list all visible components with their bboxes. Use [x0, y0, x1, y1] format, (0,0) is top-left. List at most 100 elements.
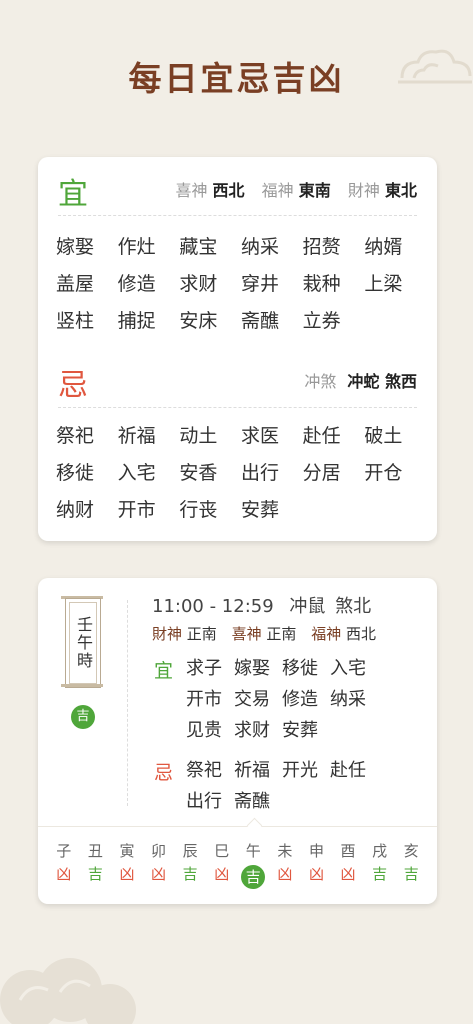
yi-activity: 穿井: [241, 273, 280, 295]
ji-activity: 出行: [241, 462, 280, 484]
ji-activity: 入宅: [117, 462, 156, 484]
hour-cell-5[interactable]: 巳凶: [206, 840, 238, 889]
yi-activity: 作灶: [117, 236, 156, 258]
god-label: 喜神: [175, 181, 208, 200]
hour-cell-7[interactable]: 未凶: [269, 840, 301, 889]
hour-yi-activity: 求子: [186, 658, 222, 679]
hour-time-line: 11:00 - 12:59 冲鼠 煞北: [152, 592, 381, 618]
yi-activity-grid: 嫁娶 作灶 藏宝 纳采 招赘 纳婿 盖屋 修造 求财 穿井 栽种 上梁 竖柱 捕捉 安床 斋醮 立券: [56, 233, 426, 336]
ji-activity: 破土: [364, 425, 403, 447]
hour-cell-6[interactable]: 午吉: [238, 840, 270, 889]
hour-luck: 吉: [182, 865, 198, 883]
hour-luck: 凶: [340, 865, 356, 883]
ji-activity: 动土: [179, 425, 218, 447]
yi-activity: 嫁娶: [56, 236, 95, 258]
hour-luck: 吉: [87, 865, 103, 883]
ji-activity: 行丧: [179, 499, 218, 521]
hour-branch: 亥: [403, 842, 419, 860]
hour-yi-activity: 纳采: [330, 689, 366, 710]
hour-yi-activity: 移徙: [282, 658, 318, 679]
yi-activity: 藏宝: [179, 236, 218, 258]
hour-luck-badge: 吉: [71, 705, 95, 729]
hour-name-box: 壬午時: [65, 598, 101, 688]
god-label: 財神: [152, 625, 183, 643]
hour-ji-activities: 祭祀 祈福 开光 赴任 出行 斋醮: [186, 758, 416, 815]
hour-cell-10[interactable]: 戌吉: [364, 840, 396, 889]
hour-yi-activity: 入宅: [330, 658, 366, 679]
yi-activity: 盖屋: [56, 273, 95, 295]
hour-branch: 申: [308, 842, 324, 860]
daily-yi-ji-card: 宜 喜神 西北 福神 東南 財神 東北 嫁娶 作灶 藏宝 纳采 招赘 纳婿 盖屋 修造 求财 穿井…: [38, 157, 437, 541]
hour-branch: 卯: [151, 842, 167, 860]
hour-yi-activity: 修造: [282, 689, 318, 710]
yi-activity: 捕捉: [117, 310, 156, 332]
yi-activity: 立券: [302, 310, 341, 332]
yi-activity: 纳采: [241, 236, 280, 258]
hour-yi-activity: 嫁娶: [234, 658, 270, 679]
god-direction: 正南: [266, 625, 297, 643]
hour-luck: 凶: [214, 865, 230, 883]
page-title: 每日宜忌吉凶: [128, 59, 345, 98]
yi-activity: 栽种: [302, 273, 341, 295]
hour-yi-activity: 见贵: [186, 720, 222, 741]
hour-cell-11[interactable]: 亥吉: [395, 840, 427, 889]
hour-gods: 財神 正南 喜神 正南 福神 西北: [152, 623, 386, 644]
hour-ji-activity: 出行: [186, 791, 222, 812]
day-gods: 喜神 西北 福神 東南 財神 東北: [175, 177, 417, 201]
cloud-decoration-icon: [0, 958, 136, 1024]
ji-activity: 求医: [241, 425, 280, 447]
ji-activity-grid: 祭祀 祈福 动土 求医 赴任 破土 移徙 入宅 安香 出行 分居 开仓 纳财 开市 行丧 安葬: [56, 422, 426, 525]
hour-yi-activity: 交易: [234, 689, 270, 710]
chong-value: 冲蛇 煞西: [347, 372, 417, 391]
hour-name: 壬午時: [69, 602, 97, 684]
hour-branch: 戌: [372, 842, 388, 860]
ji-activity: 分居: [302, 462, 341, 484]
scroll-cap: [61, 684, 103, 687]
hour-ji-activity: 斋醮: [234, 791, 270, 812]
ji-heading: 忌: [58, 368, 88, 403]
divider: [38, 826, 437, 827]
hour-luck: 凶: [119, 865, 135, 883]
hour-yi-activities: 求子 嫁娶 移徙 入宅 开市 交易 修造 纳采 见贵 求财 安葬: [186, 656, 416, 744]
hour-branch: 丑: [87, 842, 103, 860]
hour-chong: 冲鼠: [289, 596, 326, 617]
yi-activity: 修造: [117, 273, 156, 295]
ji-activity: 赴任: [302, 425, 341, 447]
hour-cell-2[interactable]: 寅凶: [111, 840, 143, 889]
hour-cell-8[interactable]: 申凶: [301, 840, 333, 889]
hour-luck: 凶: [151, 865, 167, 883]
ji-activity: 移徙: [56, 462, 95, 484]
hour-branch: 辰: [182, 842, 198, 860]
hour-ji-activity: 祈福: [234, 760, 270, 781]
hour-time-range: 11:00 - 12:59: [152, 596, 274, 617]
ji-activity: 安香: [179, 462, 218, 484]
day-chong-sha: 冲煞 冲蛇 煞西: [304, 368, 417, 392]
yi-activity: 纳婿: [364, 236, 403, 258]
hour-branch: 巳: [214, 842, 230, 860]
hour-branch: 午: [245, 842, 261, 860]
yi-activity: 安床: [179, 310, 218, 332]
selected-hour-luck: 吉: [241, 865, 266, 889]
hour-cell-0[interactable]: 子凶: [48, 840, 80, 889]
hour-luck: 凶: [277, 865, 293, 883]
hour-cell-4[interactable]: 辰吉: [174, 840, 206, 889]
divider: [58, 215, 417, 216]
yi-heading: 宜: [58, 177, 88, 212]
divider: [58, 407, 417, 408]
god-label: 福神: [311, 625, 342, 643]
hour-cell-9[interactable]: 酉凶: [332, 840, 364, 889]
ji-activity: 开仓: [364, 462, 403, 484]
hour-branch: 寅: [119, 842, 135, 860]
yi-activity: 竖柱: [56, 310, 95, 332]
hour-cell-1[interactable]: 丑吉: [80, 840, 112, 889]
chong-label: 冲煞: [304, 372, 337, 391]
hour-branch: 酉: [340, 842, 356, 860]
hour-selector: 子凶丑吉寅凶卯凶辰吉巳凶午吉未凶申凶酉凶戌吉亥吉: [48, 840, 427, 889]
vertical-divider: [127, 600, 128, 806]
god-direction: 東北: [384, 181, 417, 200]
hour-ji-label: 忌: [154, 762, 174, 784]
god-direction: 西北: [345, 625, 376, 643]
hour-cell-3[interactable]: 卯凶: [143, 840, 175, 889]
god-label: 財神: [347, 181, 380, 200]
hour-ji-activity: 赴任: [330, 760, 366, 781]
